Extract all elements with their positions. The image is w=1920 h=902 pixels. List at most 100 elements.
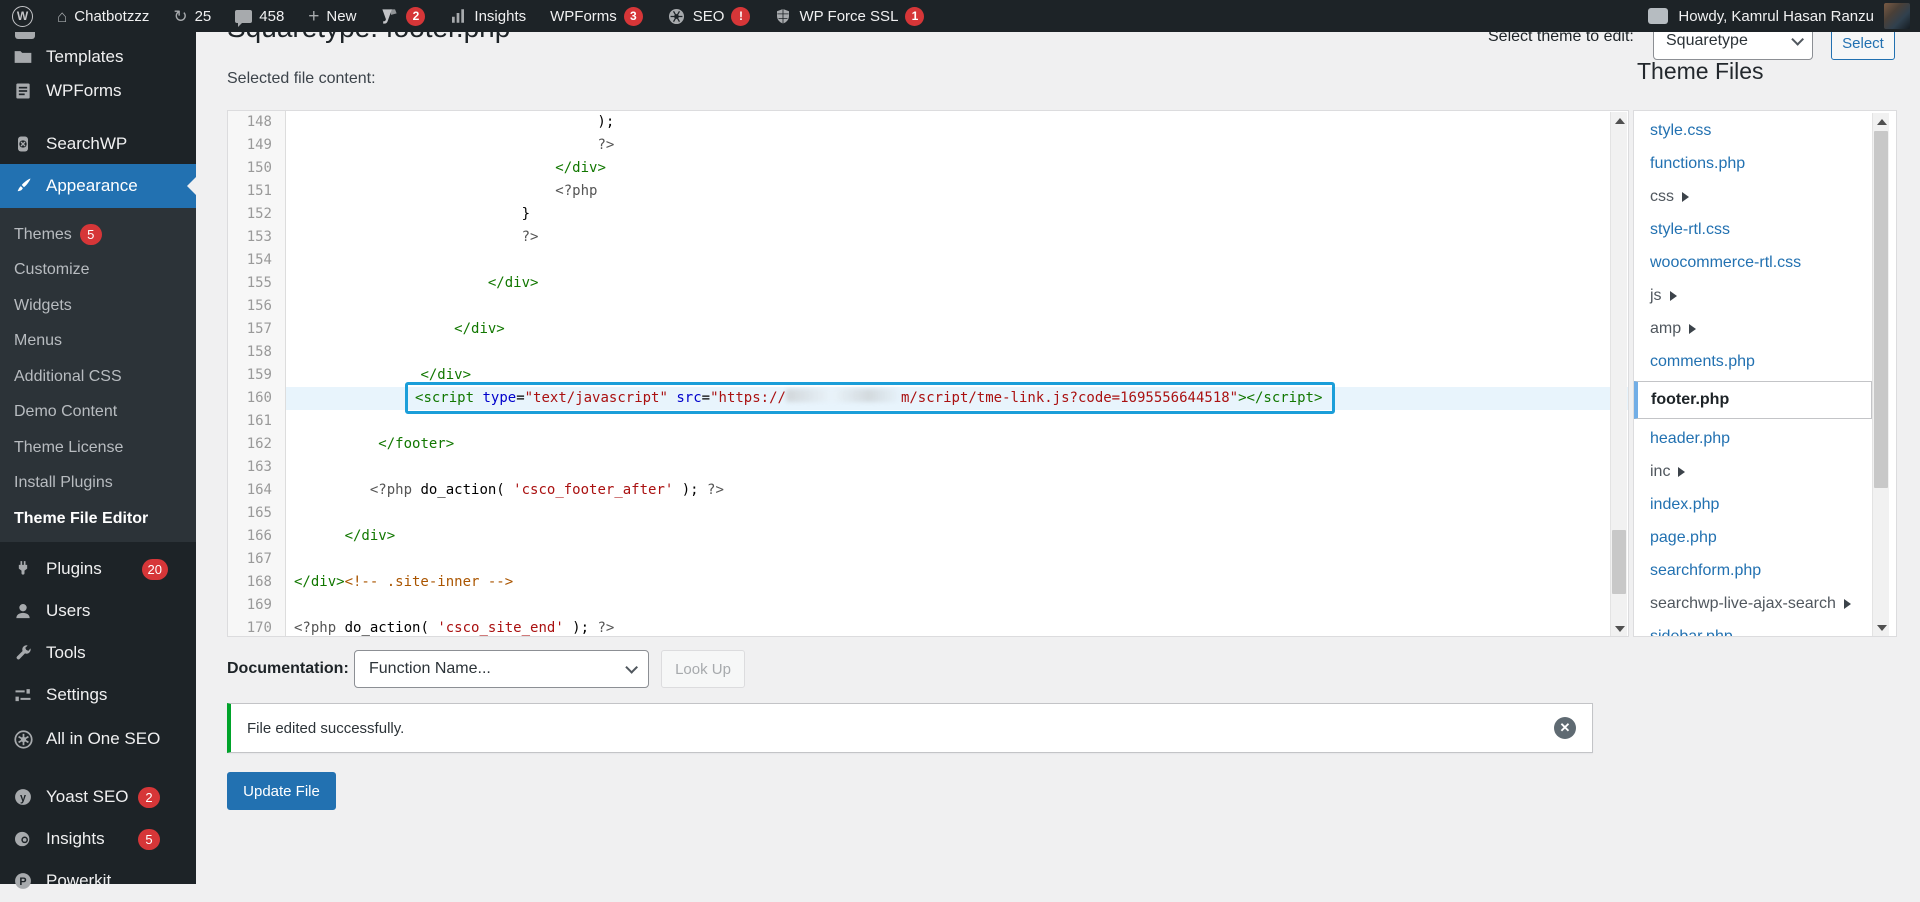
sidebar-item-additional-css[interactable]: Additional CSS <box>0 359 196 395</box>
update-file-button[interactable]: Update File <box>227 772 336 810</box>
code-line[interactable]: 168</div><!-- .site-inner --> <box>228 571 1628 594</box>
sidebar-item-label: Tools <box>46 643 196 663</box>
sidebar-item-themes[interactable]: Themes5 <box>0 217 196 253</box>
sidebar-item-customize[interactable]: Customize <box>0 253 196 289</box>
code-line[interactable]: 164 <?php do_action( 'csco_footer_after'… <box>228 479 1628 502</box>
line-number: 169 <box>228 594 286 617</box>
sidebar-item-theme-file-editor[interactable]: Theme File Editor <box>0 501 196 537</box>
lookup-button[interactable]: Look Up <box>661 650 745 688</box>
code-line[interactable]: 163 <box>228 456 1628 479</box>
code-line[interactable]: 162 </footer> <box>228 433 1628 456</box>
theme-file-footer.php[interactable]: footer.php <box>1634 381 1872 419</box>
sidebar-item-templates[interactable]: Templates <box>0 40 196 74</box>
theme-file-style-rtl.css[interactable]: style-rtl.css <box>1634 213 1896 246</box>
sidebar-item-settings[interactable]: Settings <box>0 674 196 716</box>
sidebar-item-theme-license[interactable]: Theme License <box>0 430 196 466</box>
theme-file-searchform.php[interactable]: searchform.php <box>1634 554 1896 587</box>
chat-display-icon[interactable] <box>1648 8 1668 24</box>
theme-file-js[interactable]: js <box>1634 279 1896 312</box>
sidebar-item-yoast-seo[interactable]: y Yoast SEO 2 <box>0 776 196 818</box>
site-name-menu[interactable]: ⌂ Chatbotzzz <box>45 0 161 32</box>
code-line-content: </div> <box>286 318 1628 341</box>
comments-menu[interactable]: 458 <box>223 0 296 32</box>
editor-scroll-thumb[interactable] <box>1612 530 1626 594</box>
sidebar-item-insights[interactable]: Insights 5 <box>0 818 196 860</box>
theme-file-css[interactable]: css <box>1634 180 1896 213</box>
sidebar-item-demo-content[interactable]: Demo Content <box>0 395 196 431</box>
theme-file-style.css[interactable]: style.css <box>1634 114 1896 147</box>
code-line[interactable]: 156 <box>228 295 1628 318</box>
updates-menu[interactable]: ↻ 25 <box>161 0 223 32</box>
sidebar-item-searchwp[interactable]: SearchWP <box>0 126 196 162</box>
code-line[interactable]: 169 <box>228 594 1628 617</box>
wordpress-logo-menu[interactable]: W <box>0 0 45 32</box>
code-token <box>294 137 597 153</box>
howdy-label[interactable]: Howdy, Kamrul Hasan Ranzu <box>1678 8 1874 25</box>
files-scroll-thumb[interactable] <box>1874 131 1888 488</box>
theme-file-sidebar.php[interactable]: sidebar.php <box>1634 620 1896 637</box>
sidebar-item-all-in-one-seo[interactable]: All in One SEO <box>0 716 196 762</box>
sidebar-item-install-plugins[interactable]: Install Plugins <box>0 466 196 502</box>
theme-file-functions.php[interactable]: functions.php <box>1634 147 1896 180</box>
code-line[interactable]: 160 <script type="text/javascript" src="… <box>228 387 1628 410</box>
function-name-dropdown[interactable]: Function Name... <box>354 650 649 688</box>
code-line[interactable]: 167 <box>228 548 1628 571</box>
theme-files-scrollbar[interactable] <box>1872 113 1889 636</box>
avatar[interactable] <box>1884 3 1910 29</box>
dismiss-notice-icon[interactable]: ✕ <box>1554 717 1576 739</box>
scroll-up-arrow[interactable] <box>1611 112 1628 129</box>
theme-file-amp[interactable]: amp <box>1634 312 1896 345</box>
scroll-down-arrow[interactable] <box>1873 619 1890 636</box>
sidebar-item-label: Powerkit <box>46 871 196 891</box>
editor-scrollbar[interactable] <box>1610 112 1627 637</box>
code-line[interactable]: 170<?php do_action( 'csco_site_end' ); ?… <box>228 617 1628 637</box>
code-line[interactable]: 149 ?> <box>228 134 1628 157</box>
line-number: 163 <box>228 456 286 479</box>
insights-menu[interactable]: Insights <box>437 0 538 32</box>
theme-file-inc[interactable]: inc <box>1634 455 1896 488</box>
scroll-down-arrow[interactable] <box>1611 620 1628 637</box>
sidebar-item-wpforms[interactable]: WPForms <box>0 74 196 108</box>
sidebar-item-appearance[interactable]: Appearance <box>0 164 196 208</box>
code-line[interactable]: 165 <box>228 502 1628 525</box>
yoast-menu[interactable]: 2 <box>368 0 437 32</box>
theme-file-page.php[interactable]: page.php <box>1634 521 1896 554</box>
sidebar-item-plugins[interactable]: Plugins 20 <box>0 548 196 590</box>
new-content-menu[interactable]: + New <box>296 0 368 32</box>
wpforms-menu[interactable]: WPForms 3 <box>538 0 655 32</box>
comment-bubble-icon <box>235 10 252 23</box>
wp-force-ssl-menu[interactable]: WP Force SSL 1 <box>762 0 936 32</box>
lantern-icon <box>0 134 46 154</box>
code-line[interactable]: 154 <box>228 249 1628 272</box>
sliders-icon <box>0 685 46 705</box>
code-token: </footer> <box>378 436 454 452</box>
yoast-badge: 2 <box>406 7 425 26</box>
code-editor[interactable]: 148 );149 ?>150 </div>151 <?php152 }153 <box>227 110 1629 637</box>
code-line[interactable]: 158 <box>228 341 1628 364</box>
code-line[interactable]: 152 } <box>228 203 1628 226</box>
sidebar-item-widgets[interactable]: Widgets <box>0 288 196 324</box>
sidebar-item-powerkit[interactable]: P Powerkit <box>0 860 196 902</box>
code-line[interactable]: 153 ?> <box>228 226 1628 249</box>
seo-label: SEO <box>693 8 725 25</box>
code-line[interactable]: 155 </div> <box>228 272 1628 295</box>
theme-file-label: sidebar.php <box>1650 628 1733 638</box>
code-line[interactable]: 151 <?php <box>228 180 1628 203</box>
code-line[interactable]: 157 </div> <box>228 318 1628 341</box>
sidebar-item-menus[interactable]: Menus <box>0 324 196 360</box>
code-line[interactable]: 166 </div> <box>228 525 1628 548</box>
theme-file-woocommerce-rtl.css[interactable]: woocommerce-rtl.css <box>1634 246 1896 279</box>
theme-file-comments.php[interactable]: comments.php <box>1634 345 1896 378</box>
shield-icon <box>774 7 792 26</box>
theme-file-searchwp-live-ajax-search[interactable]: searchwp-live-ajax-search <box>1634 587 1896 620</box>
code-line[interactable]: 150 </div> <box>228 157 1628 180</box>
theme-file-header.php[interactable]: header.php <box>1634 422 1896 455</box>
code-line-content <box>286 341 1628 364</box>
admin-bar-right: Howdy, Kamrul Hasan Ranzu <box>1648 0 1920 32</box>
scroll-up-arrow[interactable] <box>1873 113 1890 130</box>
sidebar-item-users[interactable]: Users <box>0 590 196 632</box>
theme-file-index.php[interactable]: index.php <box>1634 488 1896 521</box>
code-line[interactable]: 148 ); <box>228 111 1628 134</box>
seo-menu[interactable]: SEO ! <box>655 0 763 32</box>
sidebar-item-tools[interactable]: Tools <box>0 632 196 674</box>
